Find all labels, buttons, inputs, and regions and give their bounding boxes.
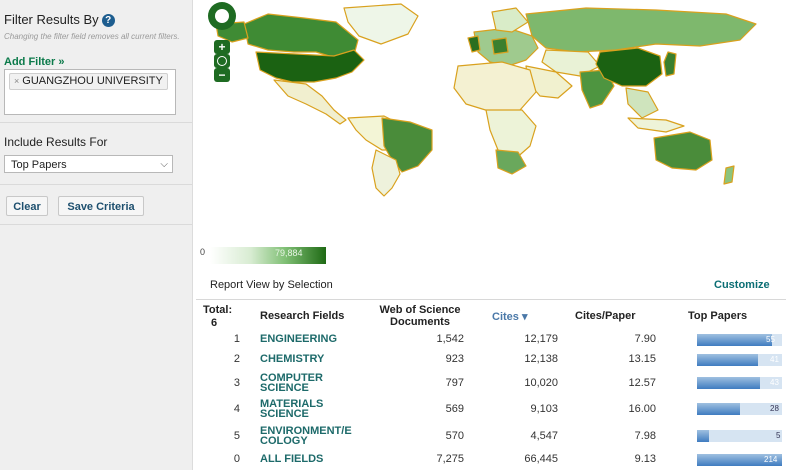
filter-title: Filter Results By? xyxy=(4,12,115,27)
row-docs: 7,275 xyxy=(436,453,464,465)
country-scandinavia xyxy=(491,7,529,33)
filter-title-text: Filter Results By xyxy=(4,12,99,27)
country-australia xyxy=(653,131,713,171)
country-usa xyxy=(255,49,365,83)
legend-gradient xyxy=(210,247,326,264)
row-cites-per-paper: 13.15 xyxy=(628,353,656,365)
row-field-link[interactable]: COMPUTER SCIENCE xyxy=(260,373,332,394)
chevron-down-icon: ⌵ xyxy=(160,159,168,170)
row-cites: 4,547 xyxy=(530,430,558,442)
country-germany xyxy=(491,37,509,55)
row-rank: 4 xyxy=(233,403,240,415)
zoom-in-button[interactable]: + xyxy=(214,40,230,54)
total-label: Total: xyxy=(203,304,233,316)
row-cites-per-paper: 16.00 xyxy=(628,403,656,415)
top-papers-value: 5 xyxy=(776,431,781,440)
row-rank: 2 xyxy=(233,353,240,365)
row-docs: 797 xyxy=(445,377,464,389)
zoom-out-button[interactable]: − xyxy=(214,68,230,82)
country-japan xyxy=(663,51,677,77)
top-papers-fill xyxy=(697,430,709,442)
top-papers-value: 41 xyxy=(770,355,779,364)
country-uk xyxy=(467,35,481,53)
col-top-papers[interactable]: Top Papers xyxy=(688,310,747,322)
top-papers-fill xyxy=(697,354,759,366)
row-field-link[interactable]: ENVIRONMENT/E COLOGY xyxy=(260,426,362,447)
country-africa-north xyxy=(453,61,537,113)
country-canada xyxy=(243,13,359,59)
country-indonesia xyxy=(627,117,685,133)
col-cites-per-paper[interactable]: Cites/Paper xyxy=(575,310,636,322)
report-divider xyxy=(196,299,786,300)
sidebar-divider xyxy=(0,122,192,123)
top-papers-value: 43 xyxy=(770,378,779,387)
world-map[interactable] xyxy=(196,0,786,240)
top-papers-value: 28 xyxy=(770,404,779,413)
include-results-select[interactable]: Top Papers ⌵ xyxy=(4,155,173,173)
row-field-link[interactable]: CHEMISTRY xyxy=(260,354,360,365)
row-docs: 570 xyxy=(445,430,464,442)
row-cites-per-paper: 9.13 xyxy=(634,453,656,465)
row-rank: 0 xyxy=(233,453,240,465)
country-mexico xyxy=(273,79,347,125)
top-papers-value: 214 xyxy=(764,455,778,464)
row-cites: 66,445 xyxy=(524,453,558,465)
filter-chip-label: GUANGZHOU UNIVERSITY xyxy=(22,75,163,87)
row-cites: 12,179 xyxy=(524,333,558,345)
world-map-svg[interactable] xyxy=(196,0,786,240)
save-criteria-button[interactable]: Save Criteria xyxy=(58,196,144,216)
row-cites: 12,138 xyxy=(524,353,558,365)
row-rank: 1 xyxy=(233,333,240,345)
col-wos-documents[interactable]: Web of Science Documents xyxy=(372,304,468,328)
include-results-label: Include Results For xyxy=(4,135,108,149)
legend-min: 0 xyxy=(200,247,206,257)
sidebar-divider xyxy=(0,184,192,185)
top-papers-fill xyxy=(697,377,760,389)
total-value: 6 xyxy=(211,317,218,329)
country-new-zealand xyxy=(723,165,735,185)
row-cites-per-paper: 7.98 xyxy=(634,430,656,442)
active-filters-box: × GUANGZHOU UNIVERSITY xyxy=(4,69,176,115)
row-docs: 923 xyxy=(445,353,464,365)
top-papers-fill xyxy=(697,403,740,415)
help-icon[interactable]: ? xyxy=(101,14,115,27)
sort-desc-icon: ▾ xyxy=(521,311,528,323)
row-field-link[interactable]: MATERIALS SCIENCE xyxy=(260,399,332,420)
row-docs: 1,542 xyxy=(436,333,464,345)
row-cites-per-paper: 12.57 xyxy=(628,377,656,389)
top-papers-bar xyxy=(697,430,782,442)
row-cites-per-paper: 7.90 xyxy=(634,333,656,345)
row-cites: 9,103 xyxy=(530,403,558,415)
country-russia xyxy=(525,7,757,53)
top-papers-fill xyxy=(697,334,772,346)
row-field-link[interactable]: ENGINEERING xyxy=(260,334,360,345)
remove-filter-icon[interactable]: × xyxy=(14,76,19,86)
row-docs: 569 xyxy=(445,403,464,415)
filter-chip: × GUANGZHOU UNIVERSITY xyxy=(9,73,168,90)
top-papers-value: 55 xyxy=(766,335,775,344)
globe-icon[interactable] xyxy=(214,54,230,68)
row-rank: 3 xyxy=(233,377,240,389)
legend-max: 79,884 xyxy=(275,248,303,258)
country-se-asia xyxy=(625,87,659,119)
row-rank: 5 xyxy=(233,430,240,442)
filter-sidebar: Filter Results By? Changing the filter f… xyxy=(0,0,193,470)
col-research-fields[interactable]: Research Fields xyxy=(260,310,344,322)
include-results-value: Top Papers xyxy=(11,159,67,171)
row-field-link[interactable]: ALL FIELDS xyxy=(260,454,360,465)
map-controls: + − xyxy=(206,0,240,84)
col-cites-label: Cites xyxy=(492,311,519,323)
sidebar-divider xyxy=(0,224,192,225)
col-cites[interactable]: Cites ▾ xyxy=(492,310,528,323)
report-title: Report View by Selection xyxy=(210,279,333,291)
row-cites: 10,020 xyxy=(524,377,558,389)
customize-link[interactable]: Customize xyxy=(714,279,770,291)
add-filter-link[interactable]: Add Filter » xyxy=(4,56,65,68)
filter-hint: Changing the filter field removes all cu… xyxy=(4,32,180,41)
clear-button[interactable]: Clear xyxy=(6,196,48,216)
map-pan-icon[interactable] xyxy=(208,2,236,30)
